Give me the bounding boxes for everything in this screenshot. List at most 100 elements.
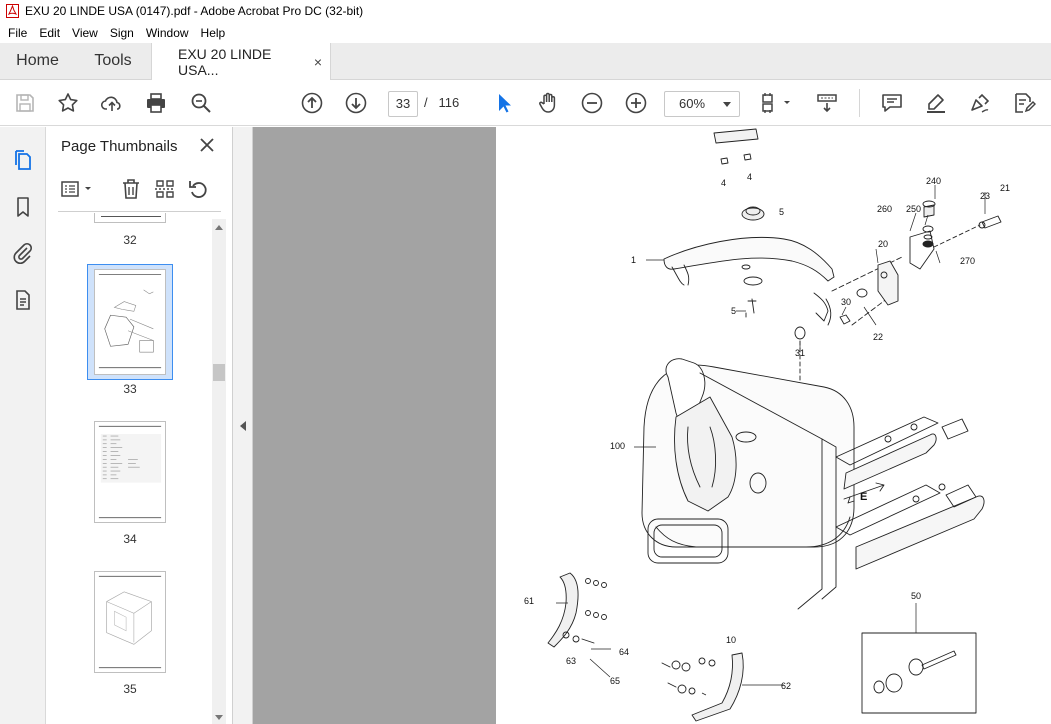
close-icon[interactable]: [198, 136, 216, 154]
sign-pen-icon[interactable]: [968, 91, 992, 115]
thumbnail-drawing-35: [98, 575, 162, 669]
callout-label: 260: [877, 204, 892, 214]
tab-bar: Home Tools EXU 20 LINDE USA... ×: [0, 43, 1051, 81]
callout-label: 100: [610, 441, 625, 451]
callout-label: 5: [731, 306, 736, 316]
tab-document[interactable]: EXU 20 LINDE USA... ×: [151, 43, 331, 81]
callout-label: 30: [841, 297, 851, 307]
attachments-icon[interactable]: [11, 241, 35, 265]
callout-label: 31: [795, 348, 805, 358]
callout-label: 62: [781, 681, 791, 691]
page-number-input[interactable]: 33: [388, 91, 418, 117]
callout-label: 22: [873, 332, 883, 342]
scroll-down-icon[interactable]: [215, 715, 223, 720]
scroll-mode-icon[interactable]: [815, 91, 839, 115]
callout-label: 50: [911, 591, 921, 601]
menu-bar: File Edit View Sign Window Help: [0, 22, 1051, 43]
pdf-page: 4 4 5 240 23 21 260 250 20 270 1 5 30 22…: [496, 127, 1051, 724]
menu-help[interactable]: Help: [195, 26, 232, 40]
menu-view[interactable]: View: [66, 26, 104, 40]
bookmark-star-icon[interactable]: [56, 91, 80, 115]
page-thumbnails-icon[interactable]: [11, 148, 35, 172]
callout-label: 270: [960, 256, 975, 266]
menu-file[interactable]: File: [2, 26, 33, 40]
callout-label: 4: [747, 172, 752, 182]
panel-collapse-handle[interactable]: [233, 127, 253, 724]
callout-label: 1: [631, 255, 636, 265]
thumbnail-label-34: 34: [123, 532, 137, 546]
previous-page-icon[interactable]: [300, 91, 324, 115]
tab-close-icon[interactable]: ×: [314, 54, 322, 70]
zoom-search-icon[interactable]: [189, 91, 213, 115]
thumbnail-page-33[interactable]: [94, 269, 166, 375]
thumbnail-label-35: 35: [123, 682, 137, 696]
callout-label: 20: [878, 239, 888, 249]
page-separator: /: [424, 95, 428, 110]
zoom-out-icon[interactable]: [580, 91, 604, 115]
zoom-dropdown[interactable]: 60%: [664, 91, 740, 117]
next-page-icon[interactable]: [344, 91, 368, 115]
panel-divider: [58, 211, 221, 212]
highlight-pen-icon[interactable]: [924, 91, 948, 115]
tab-tools[interactable]: Tools: [75, 43, 151, 79]
thumbnail-options-icon[interactable]: [60, 177, 96, 201]
callout-label: E: [860, 491, 867, 503]
page-count: 116: [438, 95, 460, 110]
bookmarks-icon[interactable]: [11, 195, 35, 219]
comment-icon[interactable]: [880, 91, 904, 115]
acrobat-app-icon: [6, 4, 19, 18]
thumbnail-list: 32 33 34 35: [46, 213, 233, 724]
thumbnail-page-32[interactable]: [94, 213, 166, 223]
title-bar: EXU 20 LINDE USA (0147).pdf - Adobe Acro…: [0, 0, 1051, 22]
thumbnail-toolbar: [46, 173, 233, 205]
callout-label: 5: [779, 207, 784, 217]
zoom-value: 60%: [679, 96, 706, 111]
page-total: / 116: [424, 95, 459, 110]
page-fit-icon[interactable]: [760, 91, 794, 115]
callout-label: 250: [906, 204, 921, 214]
parts-exploded-drawing: 4 4 5 240 23 21 260 250 20 270 1 5 30 22…: [524, 128, 1010, 722]
save-icon[interactable]: [13, 91, 37, 115]
thumbnail-label-33: 33: [123, 382, 137, 396]
thumbnail-page-35[interactable]: [94, 571, 166, 673]
callout-label: 63: [566, 656, 576, 666]
select-cursor-icon[interactable]: [492, 91, 516, 115]
rotate-page-icon[interactable]: [187, 177, 211, 201]
scrollbar-thumb[interactable]: [213, 364, 225, 381]
callout-label: 10: [726, 635, 736, 645]
menu-edit[interactable]: Edit: [33, 26, 66, 40]
print-icon[interactable]: [144, 91, 168, 115]
page-properties-icon[interactable]: [11, 288, 35, 312]
left-navigation-rail: [0, 127, 46, 724]
thumbnail-table-34: [98, 425, 162, 519]
menu-sign[interactable]: Sign: [104, 26, 140, 40]
callout-label: 23: [980, 191, 990, 201]
thumbnail-label-32: 32: [123, 233, 137, 247]
thumbnail-scrollbar[interactable]: [212, 219, 226, 724]
hand-tool-icon[interactable]: [536, 91, 560, 115]
toolbar-divider: [859, 89, 860, 117]
callout-label: 21: [1000, 183, 1010, 193]
edit-pdf-icon[interactable]: [1012, 91, 1036, 115]
menu-window[interactable]: Window: [140, 26, 195, 40]
scroll-up-icon[interactable]: [215, 225, 223, 230]
delete-page-icon[interactable]: [119, 177, 143, 201]
tab-home[interactable]: Home: [0, 43, 75, 79]
document-view[interactable]: 4 4 5 240 23 21 260 250 20 270 1 5 30 22…: [253, 127, 1051, 724]
page-thumbnails-panel: Page Thumbnails 32 33 34 35: [46, 127, 233, 724]
chevron-down-icon: [723, 102, 731, 107]
extract-pages-icon[interactable]: [153, 177, 177, 201]
callout-label: 64: [619, 647, 629, 657]
cloud-upload-icon[interactable]: [100, 91, 124, 115]
toolbar: [0, 80, 1051, 126]
callout-label: 240: [926, 176, 941, 186]
collapse-arrow-icon: [240, 421, 246, 431]
tab-document-label: EXU 20 LINDE USA...: [178, 46, 272, 78]
panel-title: Page Thumbnails: [61, 138, 178, 155]
zoom-in-icon[interactable]: [624, 91, 648, 115]
callout-label: 61: [524, 596, 534, 606]
callout-label: 4: [721, 178, 726, 188]
window-title: EXU 20 LINDE USA (0147).pdf - Adobe Acro…: [25, 4, 364, 18]
thumbnail-drawing-33: [98, 273, 162, 369]
thumbnail-page-34[interactable]: [94, 421, 166, 523]
